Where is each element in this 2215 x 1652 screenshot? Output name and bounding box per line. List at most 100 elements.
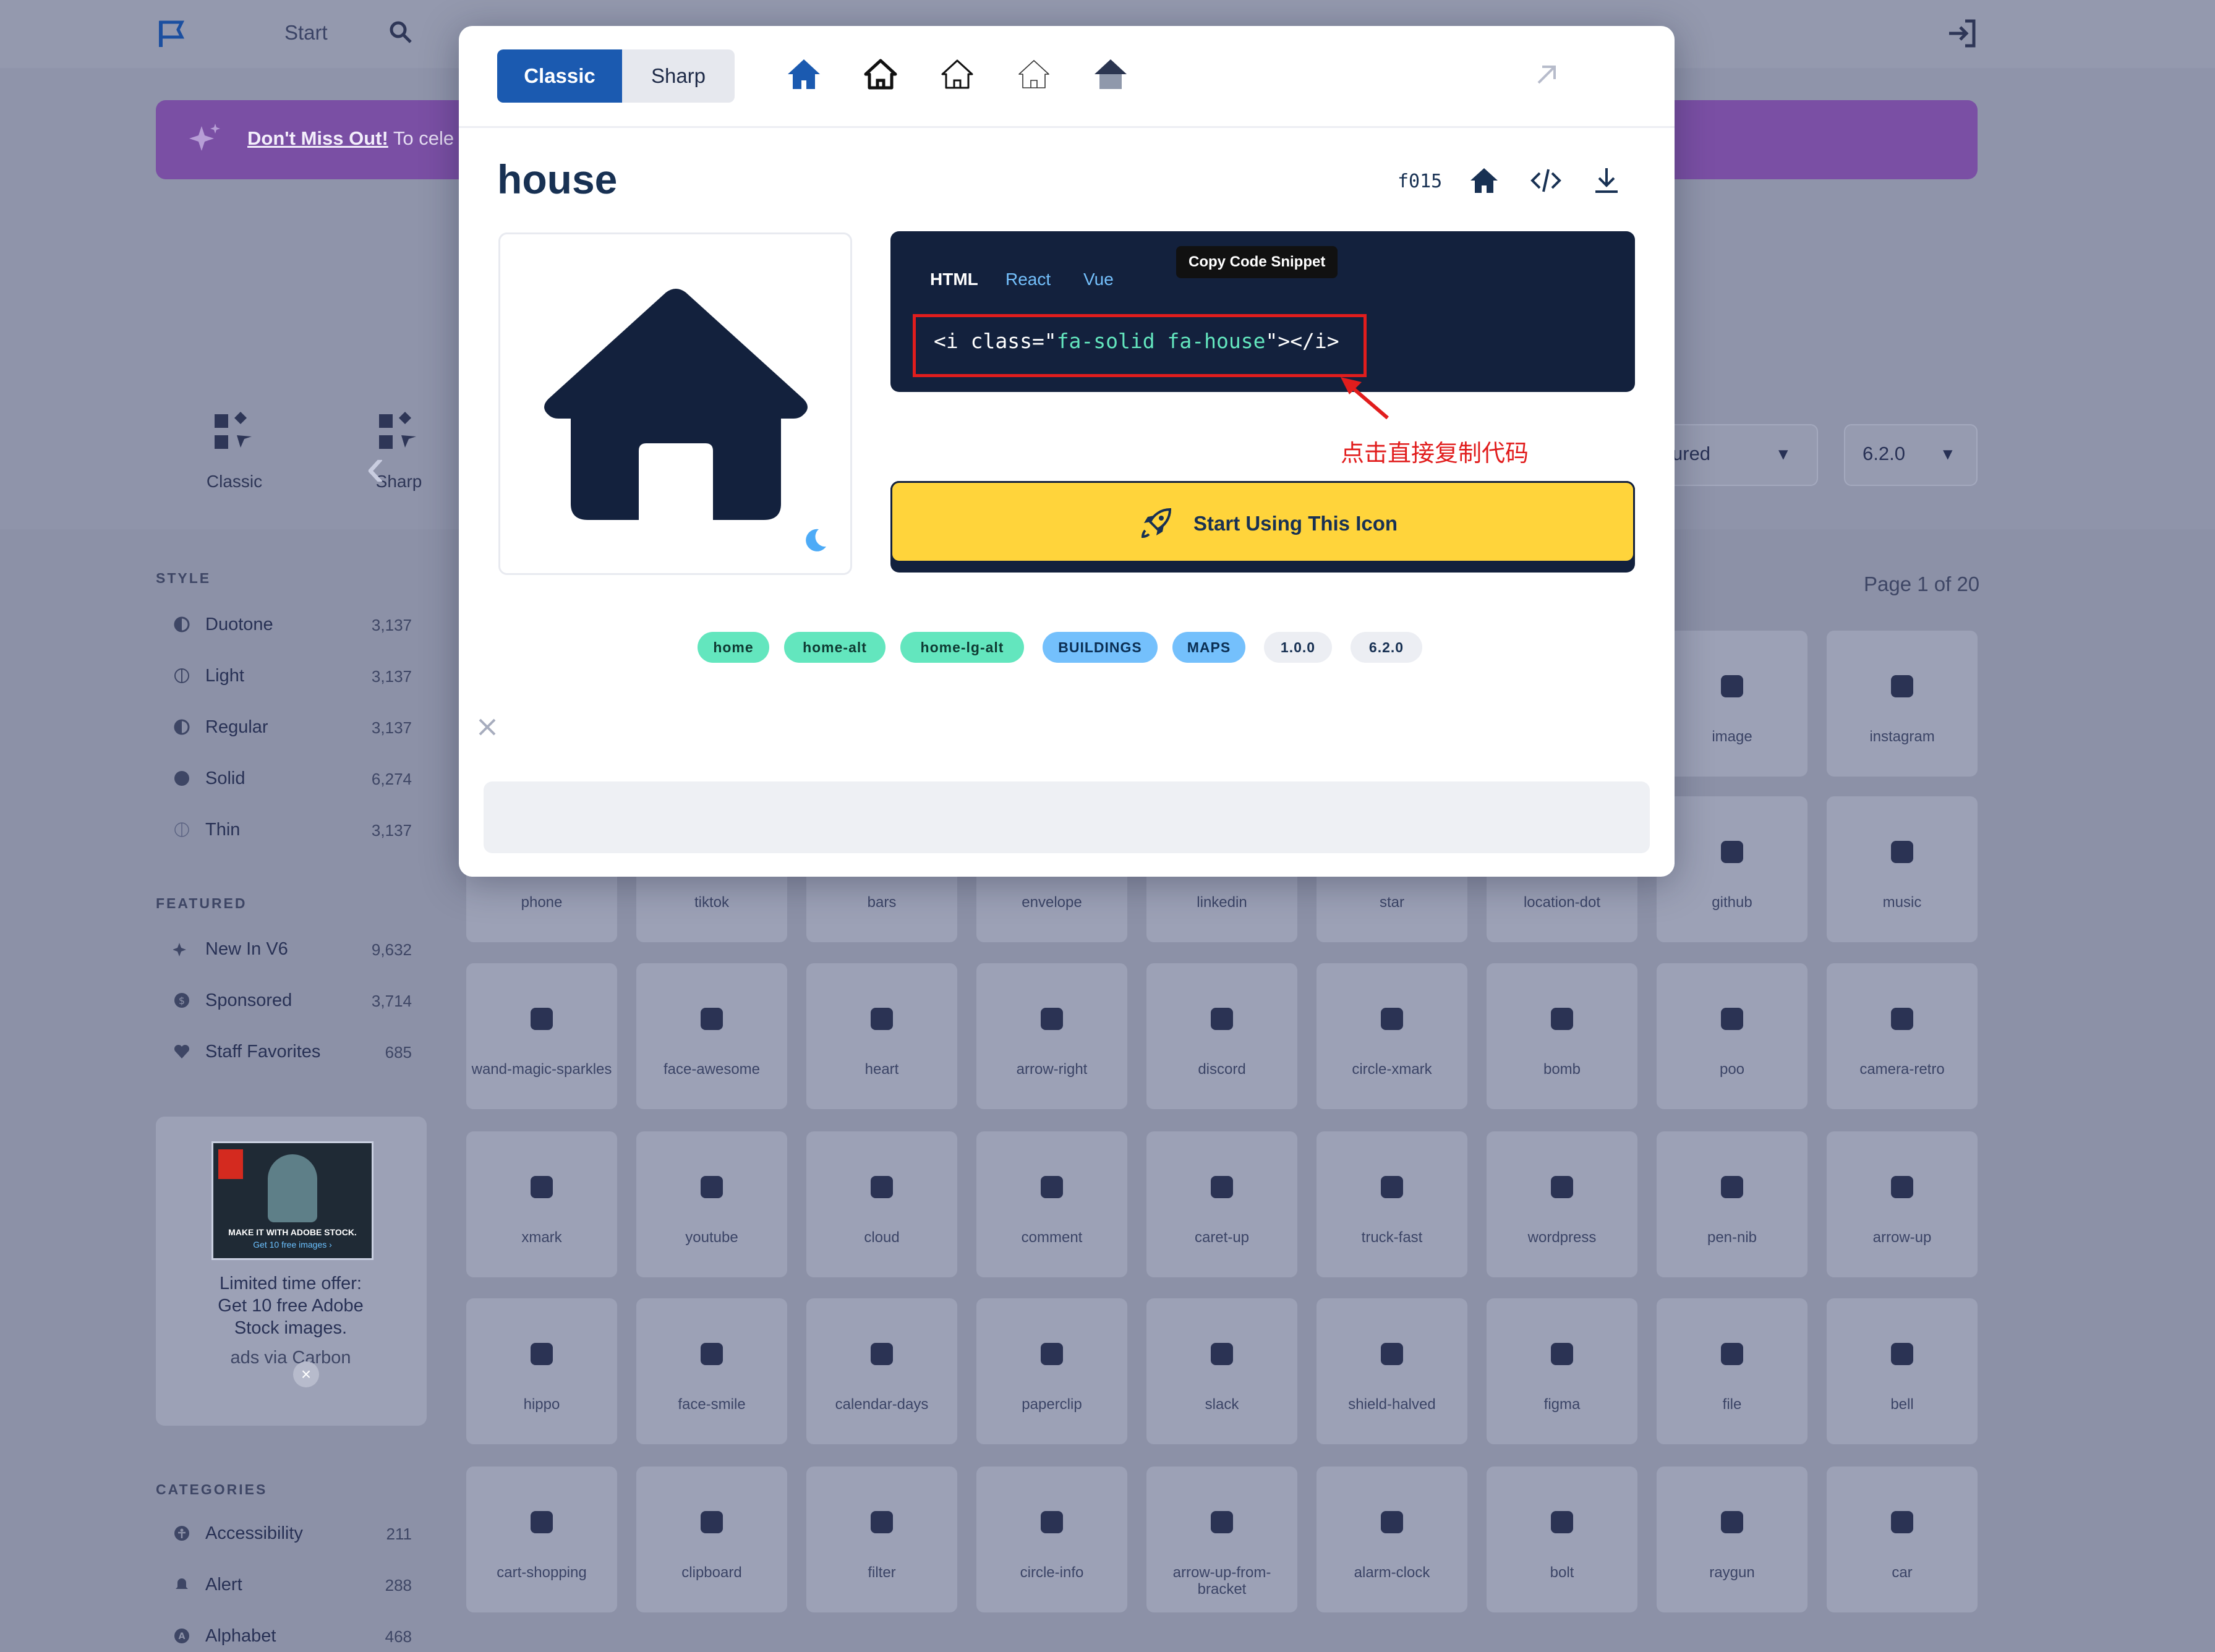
icon-tile-music[interactable]: music: [1827, 796, 1978, 942]
icon-tile-circle-xmark[interactable]: circle-xmark: [1317, 963, 1467, 1109]
style-item-regular[interactable]: Regular 3,137: [173, 715, 412, 739]
classic-family-button[interactable]: Classic: [497, 49, 622, 103]
icon-tile-caret-up[interactable]: caret-up: [1146, 1131, 1297, 1277]
icon-tile-poo[interactable]: poo: [1657, 963, 1807, 1109]
icon-tile-file[interactable]: file: [1657, 1298, 1807, 1444]
dark-mode-moon-icon[interactable]: [800, 526, 829, 554]
icon-tile-discord[interactable]: discord: [1146, 963, 1297, 1109]
icon-tile-raygun[interactable]: raygun: [1657, 1467, 1807, 1612]
icon-tile-instagram[interactable]: instagram: [1827, 631, 1978, 777]
style-item-solid[interactable]: Solid 6,274: [173, 766, 412, 791]
icon-tile-bomb[interactable]: bomb: [1487, 963, 1637, 1109]
sharp-family-button[interactable]: Sharp: [622, 49, 735, 103]
icon-preview: [498, 232, 852, 575]
house-thin-icon[interactable]: [1015, 56, 1052, 93]
code-icon[interactable]: [1530, 164, 1562, 197]
icon-tile-label: arrow-up: [1872, 1229, 1932, 1246]
house-solid-icon[interactable]: [785, 56, 822, 93]
slack-icon: [1211, 1343, 1233, 1365]
style-item-duotone[interactable]: Duotone 3,137: [173, 612, 412, 637]
icon-tile-paperclip[interactable]: paperclip: [976, 1298, 1127, 1444]
nav-start-link[interactable]: Start: [284, 21, 328, 45]
featured-item-staff-favorites[interactable]: Staff Favorites 685: [173, 1039, 412, 1064]
circle-xmark-icon: [1381, 1008, 1403, 1030]
icon-tile-label: wand-magic-sparkles: [471, 1061, 612, 1078]
bell-icon: [1891, 1343, 1913, 1365]
alias-tag-home-alt[interactable]: home-alt: [784, 632, 886, 663]
version-tag-6-2-0[interactable]: 6.2.0: [1351, 632, 1422, 663]
icon-tile-face-smile[interactable]: face-smile: [636, 1298, 787, 1444]
icon-tile-youtube[interactable]: youtube: [636, 1131, 787, 1277]
icon-tile-figma[interactable]: figma: [1487, 1298, 1637, 1444]
house-duotone-icon[interactable]: [1092, 56, 1129, 93]
icon-tile-arrow-up-from-bracket[interactable]: arrow-up-from-bracket: [1146, 1467, 1297, 1612]
alias-tag-home[interactable]: home: [698, 632, 769, 663]
icon-tile-clipboard[interactable]: clipboard: [636, 1467, 787, 1612]
icon-tile-face-awesome[interactable]: face-awesome: [636, 963, 787, 1109]
icon-tile-hippo[interactable]: hippo: [466, 1298, 617, 1444]
icon-tile-cloud[interactable]: cloud: [806, 1131, 957, 1277]
sign-in-icon[interactable]: [1947, 17, 1979, 49]
tab-react[interactable]: React: [1005, 270, 1051, 289]
featured-item-sponsored[interactable]: $ Sponsored 3,714: [173, 988, 412, 1013]
icon-tile-calendar-days[interactable]: calendar-days: [806, 1298, 957, 1444]
category-tag-buildings[interactable]: BUILDINGS: [1043, 632, 1158, 663]
download-icon[interactable]: [1590, 164, 1623, 197]
icon-tile-wand-magic-sparkles[interactable]: wand-magic-sparkles: [466, 963, 617, 1109]
icon-tile-wordpress[interactable]: wordpress: [1487, 1131, 1637, 1277]
icon-tile-circle-info[interactable]: circle-info: [976, 1467, 1127, 1612]
version-tag-1-0-0[interactable]: 1.0.0: [1264, 632, 1332, 663]
car-icon: [1891, 1511, 1913, 1533]
icon-tile-camera-retro[interactable]: camera-retro: [1827, 963, 1978, 1109]
svg-text:$: $: [179, 995, 185, 1007]
icon-tile-bell[interactable]: bell: [1827, 1298, 1978, 1444]
icon-tile-cart-shopping[interactable]: cart-shopping: [466, 1467, 617, 1612]
tab-html[interactable]: HTML: [930, 270, 978, 289]
icon-tile-filter[interactable]: filter: [806, 1467, 957, 1612]
ad-text[interactable]: Limited time offer: Get 10 free Adobe Stoc…: [167, 1272, 414, 1339]
code-snippet[interactable]: <i class="fa-solid fa-house"></i>: [934, 329, 1339, 353]
style-item-light[interactable]: Light 3,137: [173, 663, 412, 688]
icon-tile-alarm-clock[interactable]: alarm-clock: [1317, 1467, 1467, 1612]
style-classic-filter[interactable]: Classic: [188, 408, 281, 492]
icon-tile-bolt[interactable]: bolt: [1487, 1467, 1637, 1612]
universal-access-icon: [174, 1526, 189, 1541]
alias-tag-home-lg-alt[interactable]: home-lg-alt: [900, 632, 1024, 663]
ad-close-button[interactable]: ×: [293, 1361, 319, 1387]
carousel-prev-button[interactable]: ‹: [366, 439, 385, 495]
icon-tile-shield-halved[interactable]: shield-halved: [1317, 1298, 1467, 1444]
category-item-alert[interactable]: Alert 288: [173, 1572, 412, 1597]
house-regular-icon[interactable]: [862, 56, 899, 93]
house-light-icon[interactable]: [939, 56, 976, 93]
icon-tile-github[interactable]: github: [1657, 796, 1807, 942]
style-item-thin[interactable]: Thin 3,137: [173, 817, 412, 842]
icon-tile-comment[interactable]: comment: [976, 1131, 1127, 1277]
close-icon[interactable]: [475, 715, 500, 739]
adobe-stock-ad-image[interactable]: MAKE IT WITH ADOBE STOCK. Get 10 free im…: [211, 1141, 373, 1260]
icon-tile-car[interactable]: car: [1827, 1467, 1978, 1612]
icon-tile-image[interactable]: image: [1657, 631, 1807, 777]
copy-glyph-house-icon[interactable]: [1468, 164, 1500, 197]
icon-tile-slack[interactable]: slack: [1146, 1298, 1297, 1444]
icon-tile-pen-nib[interactable]: pen-nib: [1657, 1131, 1807, 1277]
tab-vue[interactable]: Vue: [1083, 270, 1114, 289]
featured-item-new[interactable]: New In V6 9,632: [173, 937, 412, 961]
sparkles-icon: [173, 943, 186, 956]
expand-arrow-icon[interactable]: [1531, 59, 1562, 90]
ad-via-carbon[interactable]: ads via Carbon: [167, 1348, 414, 1368]
icon-tile-arrow-up[interactable]: arrow-up: [1827, 1131, 1978, 1277]
category-item-alphabet[interactable]: A Alphabet 468: [173, 1624, 412, 1648]
icon-tile-label: arrow-up-from-bracket: [1172, 1564, 1271, 1598]
category-item-accessibility[interactable]: Accessibility 211: [173, 1521, 412, 1546]
icon-tile-heart[interactable]: heart: [806, 963, 957, 1109]
icon-tile-label: raygun: [1709, 1564, 1755, 1581]
svg-text:A: A: [179, 1632, 186, 1641]
version-select[interactable]: 6.2.0 ▾: [1844, 424, 1978, 486]
category-tag-maps[interactable]: MAPS: [1172, 632, 1245, 663]
unicode-value[interactable]: f015: [1398, 171, 1442, 192]
icon-tile-truck-fast[interactable]: truck-fast: [1317, 1131, 1467, 1277]
search-icon[interactable]: [388, 20, 413, 45]
flag-logo-icon[interactable]: [157, 19, 187, 48]
icon-tile-arrow-right[interactable]: arrow-right: [976, 963, 1127, 1109]
icon-tile-xmark[interactable]: xmark: [466, 1131, 617, 1277]
